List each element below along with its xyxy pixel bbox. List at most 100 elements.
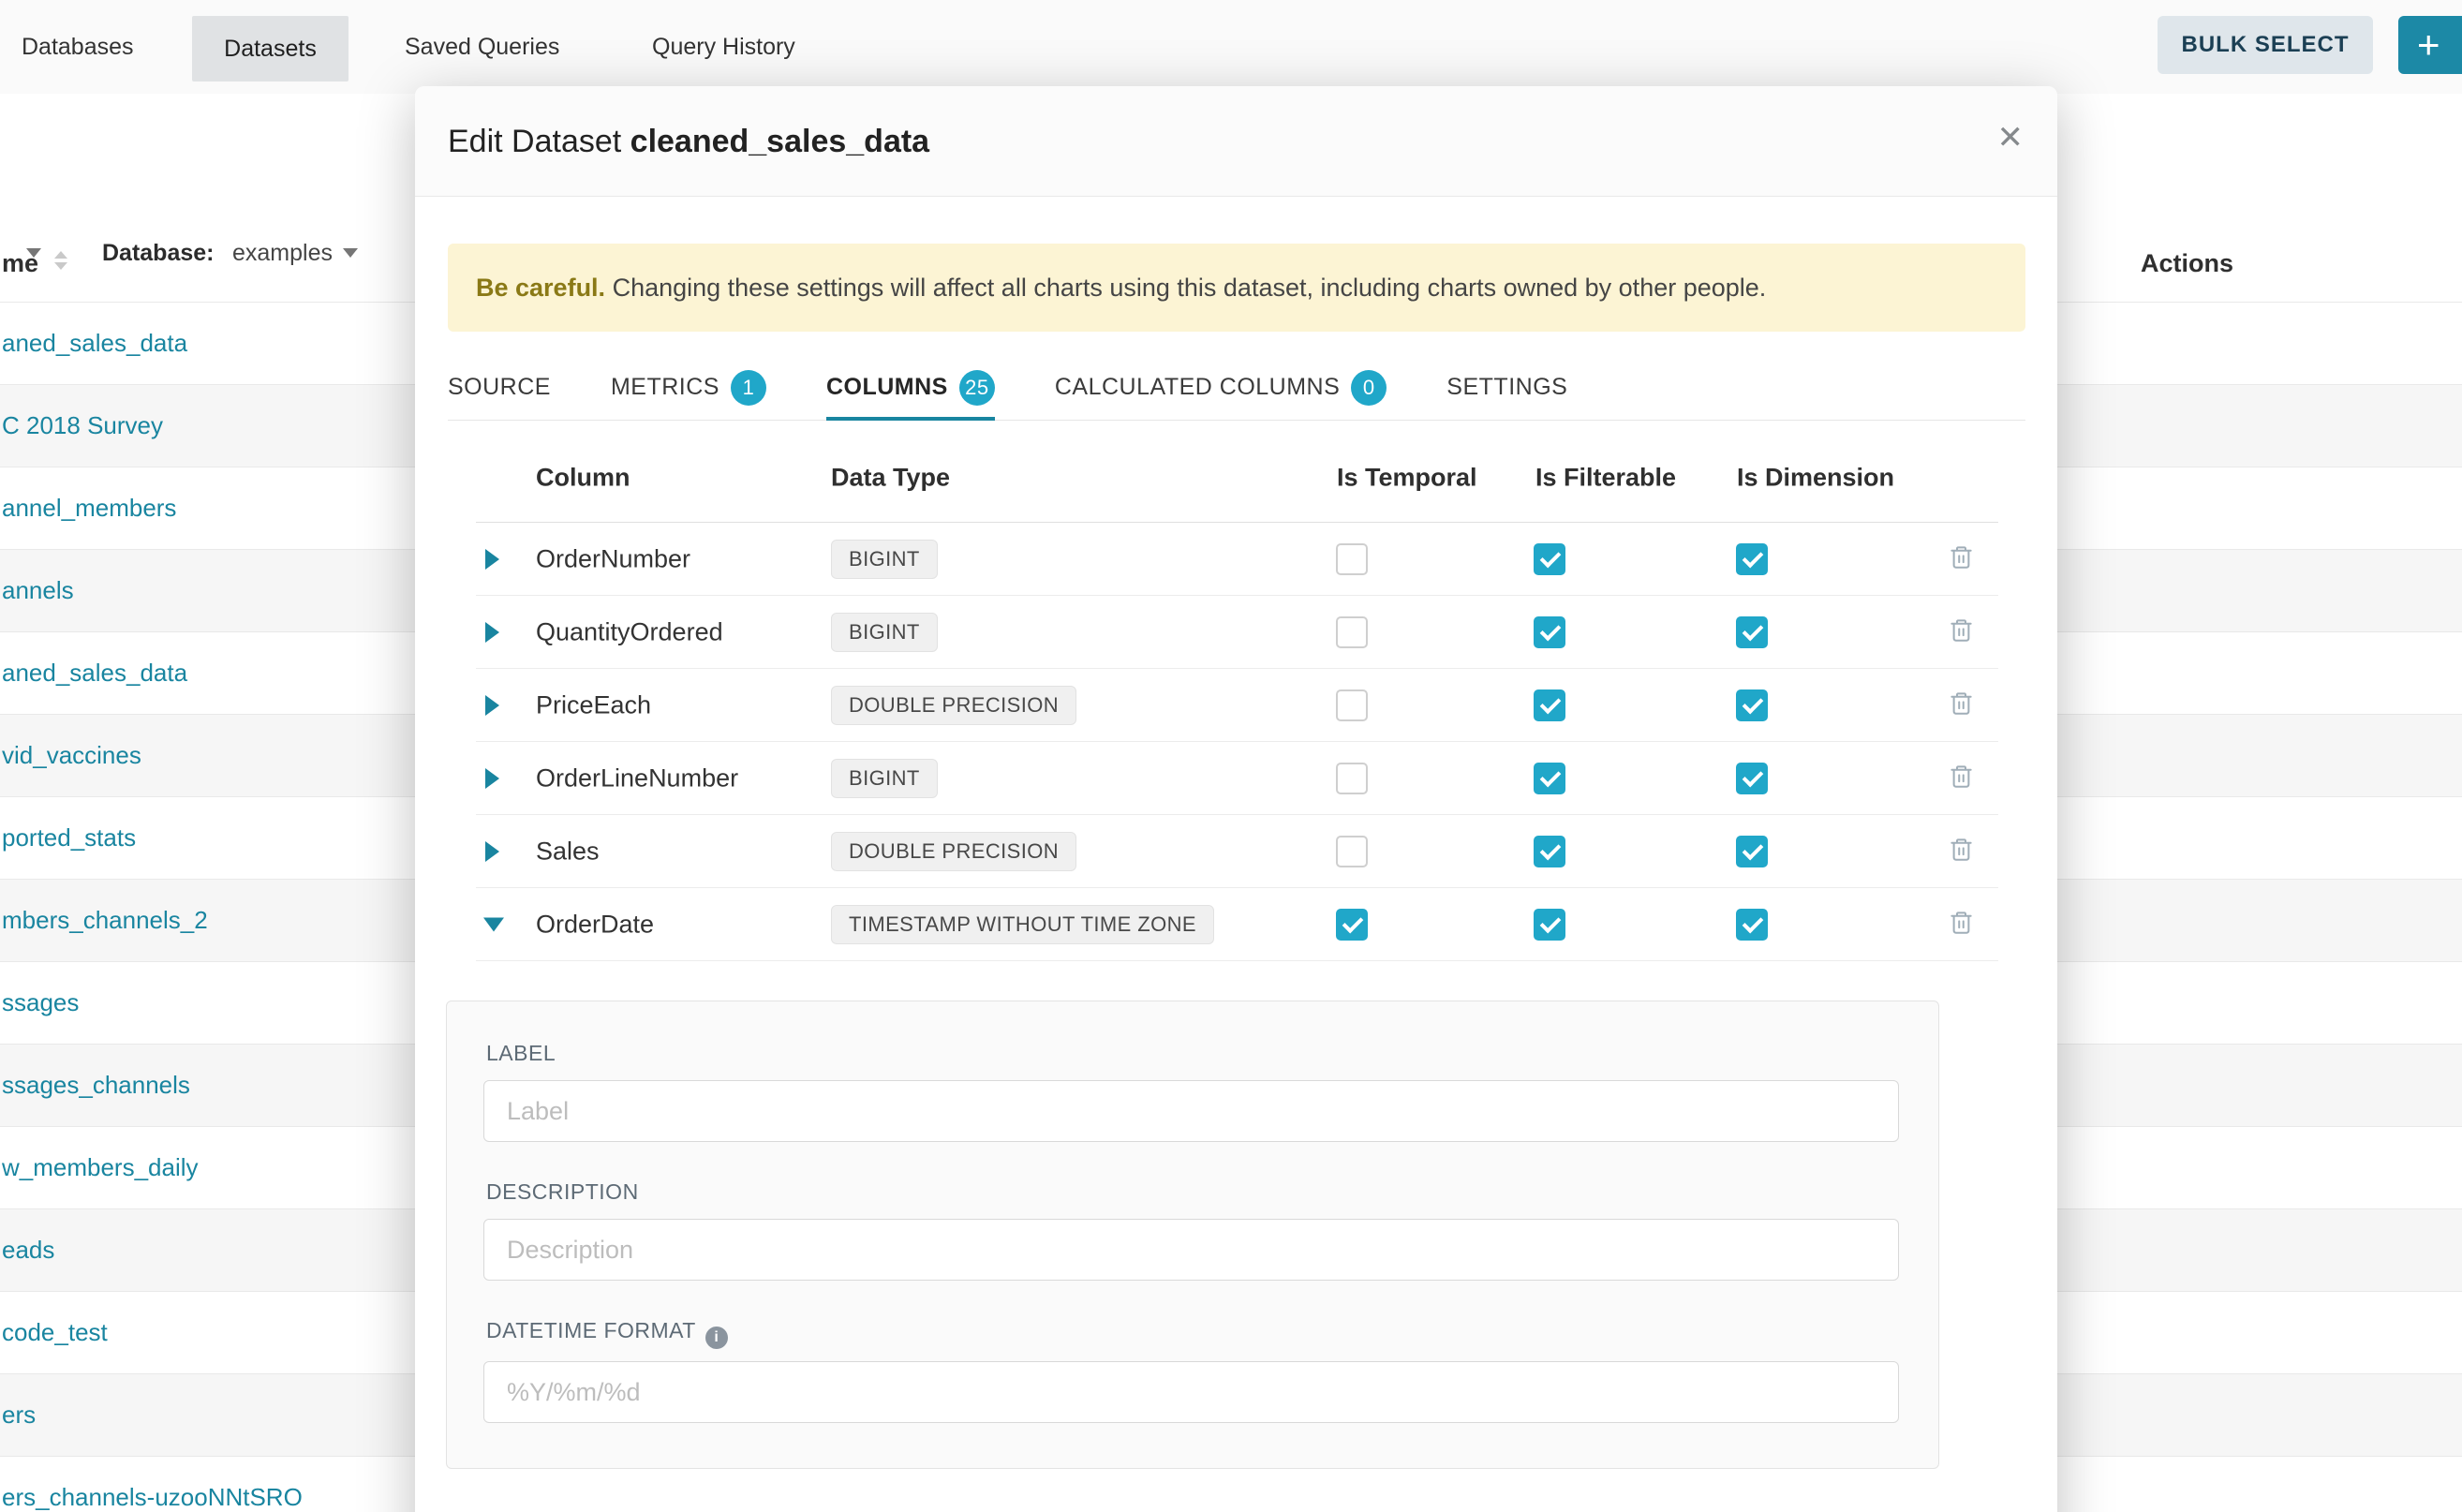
- nav-item-databases[interactable]: Databases: [22, 0, 134, 94]
- top-nav: Databases Datasets Saved Queries Query H…: [0, 0, 2462, 94]
- is-filterable-checkbox[interactable]: [1534, 616, 1565, 648]
- is-dimension-checkbox[interactable]: [1736, 836, 1768, 867]
- is-temporal-checkbox[interactable]: [1336, 543, 1368, 575]
- is-filterable-checkbox[interactable]: [1534, 909, 1565, 941]
- sort-asc-icon: [54, 251, 67, 259]
- data-type-pill: BIGINT: [831, 613, 938, 652]
- datasets-page: Databases Datasets Saved Queries Query H…: [0, 0, 2462, 1512]
- description-input[interactable]: [483, 1219, 1899, 1281]
- dataset-link[interactable]: C 2018 Survey: [0, 411, 163, 440]
- is-filterable-checkbox[interactable]: [1534, 836, 1565, 867]
- trash-icon[interactable]: [1949, 544, 1974, 574]
- collapse-caret-icon[interactable]: [483, 917, 504, 931]
- is-dimension-checkbox[interactable]: [1736, 616, 1768, 648]
- table-row: QuantityOrdered BIGINT: [476, 596, 1998, 669]
- tab-source[interactable]: SOURCE: [448, 358, 551, 421]
- dataset-link[interactable]: ssages: [0, 988, 79, 1017]
- tab-settings[interactable]: SETTINGS: [1446, 358, 1567, 421]
- is-dimension-checkbox[interactable]: [1736, 909, 1768, 941]
- is-filterable-checkbox[interactable]: [1534, 689, 1565, 721]
- modal-header: Edit Dataset cleaned_sales_data ✕: [415, 86, 2057, 197]
- tab-metrics[interactable]: METRICS 1: [611, 358, 766, 421]
- data-type-pill: BIGINT: [831, 540, 938, 579]
- nav-item-query-history[interactable]: Query History: [652, 0, 795, 94]
- is-temporal-checkbox[interactable]: [1336, 909, 1368, 941]
- trash-icon[interactable]: [1949, 763, 1974, 793]
- is-temporal-checkbox[interactable]: [1336, 836, 1368, 867]
- is-dimension-checkbox[interactable]: [1736, 689, 1768, 721]
- dataset-link[interactable]: code_test: [0, 1318, 108, 1347]
- dataset-link[interactable]: annels: [0, 576, 74, 605]
- data-type-pill: DOUBLE PRECISION: [831, 832, 1076, 871]
- dataset-link[interactable]: ers_channels-uzooNNtSRO: [0, 1483, 303, 1512]
- is-temporal-checkbox[interactable]: [1336, 763, 1368, 794]
- datetime-format-input[interactable]: [483, 1361, 1899, 1423]
- is-dimension-checkbox[interactable]: [1736, 543, 1768, 575]
- tab-columns[interactable]: COLUMNS 25: [826, 358, 995, 421]
- dataset-link[interactable]: mbers_channels_2: [0, 906, 208, 935]
- is-temporal-checkbox[interactable]: [1336, 616, 1368, 648]
- dataset-link[interactable]: annel_members: [0, 494, 176, 523]
- calculated-columns-count-badge: 0: [1351, 370, 1387, 406]
- modal-title: Edit Dataset cleaned_sales_data: [448, 124, 929, 160]
- sort-icon[interactable]: [54, 249, 67, 275]
- column-name: QuantityOrdered: [536, 617, 723, 646]
- warning-bold-text: Be careful.: [476, 274, 605, 302]
- columns-table: Column Data Type Is Temporal Is Filterab…: [476, 433, 1998, 961]
- dataset-link[interactable]: w_members_daily: [0, 1153, 199, 1182]
- expand-caret-icon[interactable]: [485, 549, 499, 570]
- is-filterable-header: Is Filterable: [1535, 463, 1676, 492]
- warning-banner: Be careful. Changing these settings will…: [448, 244, 2025, 332]
- dataset-link[interactable]: eads: [0, 1236, 54, 1265]
- label-input[interactable]: [483, 1080, 1899, 1142]
- dataset-link[interactable]: aned_sales_data: [0, 659, 187, 688]
- is-dimension-checkbox[interactable]: [1736, 763, 1768, 794]
- info-icon[interactable]: i: [705, 1327, 728, 1349]
- is-temporal-checkbox[interactable]: [1336, 689, 1368, 721]
- is-filterable-checkbox[interactable]: [1534, 543, 1565, 575]
- nav-item-datasets[interactable]: Datasets: [192, 16, 349, 82]
- tab-calculated-columns[interactable]: CALCULATED COLUMNS 0: [1055, 358, 1387, 421]
- expand-caret-icon[interactable]: [485, 768, 499, 789]
- table-row: OrderLineNumber BIGINT: [476, 742, 1998, 815]
- dataset-link[interactable]: ers: [0, 1401, 36, 1430]
- is-filterable-checkbox[interactable]: [1534, 763, 1565, 794]
- add-dataset-button[interactable]: +: [2398, 16, 2462, 74]
- data-type-pill: TIMESTAMP WITHOUT TIME ZONE: [831, 905, 1214, 944]
- datetime-format-label-text: DATETIME FORMAT: [486, 1318, 696, 1342]
- trash-icon[interactable]: [1949, 690, 1974, 720]
- edit-dataset-modal: Edit Dataset cleaned_sales_data ✕ Be car…: [415, 86, 2057, 1512]
- tab-label: SETTINGS: [1446, 374, 1567, 401]
- metrics-count-badge: 1: [731, 370, 766, 406]
- tab-label: SOURCE: [448, 374, 551, 401]
- bulk-select-button[interactable]: BULK SELECT: [2158, 16, 2373, 74]
- modal-title-prefix: Edit Dataset: [448, 124, 630, 159]
- dataset-link[interactable]: aned_sales_data: [0, 329, 187, 358]
- close-icon[interactable]: ✕: [1997, 122, 2024, 154]
- tab-label: METRICS: [611, 374, 719, 401]
- column-name: OrderDate: [536, 910, 654, 939]
- table-row: Sales DOUBLE PRECISION: [476, 815, 1998, 888]
- table-row: PriceEach DOUBLE PRECISION: [476, 669, 1998, 742]
- name-column-header: me: [2, 249, 38, 278]
- columns-count-badge: 25: [959, 370, 995, 406]
- is-dimension-header: Is Dimension: [1737, 463, 1894, 492]
- dataset-link[interactable]: ssages_channels: [0, 1071, 190, 1100]
- expand-caret-icon[interactable]: [485, 622, 499, 643]
- expand-caret-icon[interactable]: [485, 695, 499, 716]
- dataset-link[interactable]: vid_vaccines: [0, 741, 141, 770]
- datetime-format-field-label: DATETIME FORMAT i: [486, 1318, 728, 1349]
- dataset-link[interactable]: ported_stats: [0, 823, 136, 852]
- sort-desc-icon: [54, 262, 67, 270]
- data-type-pill: BIGINT: [831, 759, 938, 798]
- trash-icon[interactable]: [1949, 617, 1974, 647]
- actions-column-header: Actions: [2141, 249, 2233, 278]
- column-name: PriceEach: [536, 690, 651, 719]
- column-name: Sales: [536, 837, 600, 866]
- nav-item-saved-queries[interactable]: Saved Queries: [405, 0, 559, 94]
- modal-tabs: SOURCE METRICS 1 COLUMNS 25 CALCULATED C…: [448, 358, 2025, 421]
- column-name: OrderLineNumber: [536, 763, 738, 793]
- trash-icon[interactable]: [1949, 910, 1974, 940]
- expand-caret-icon[interactable]: [485, 841, 499, 862]
- trash-icon[interactable]: [1949, 837, 1974, 867]
